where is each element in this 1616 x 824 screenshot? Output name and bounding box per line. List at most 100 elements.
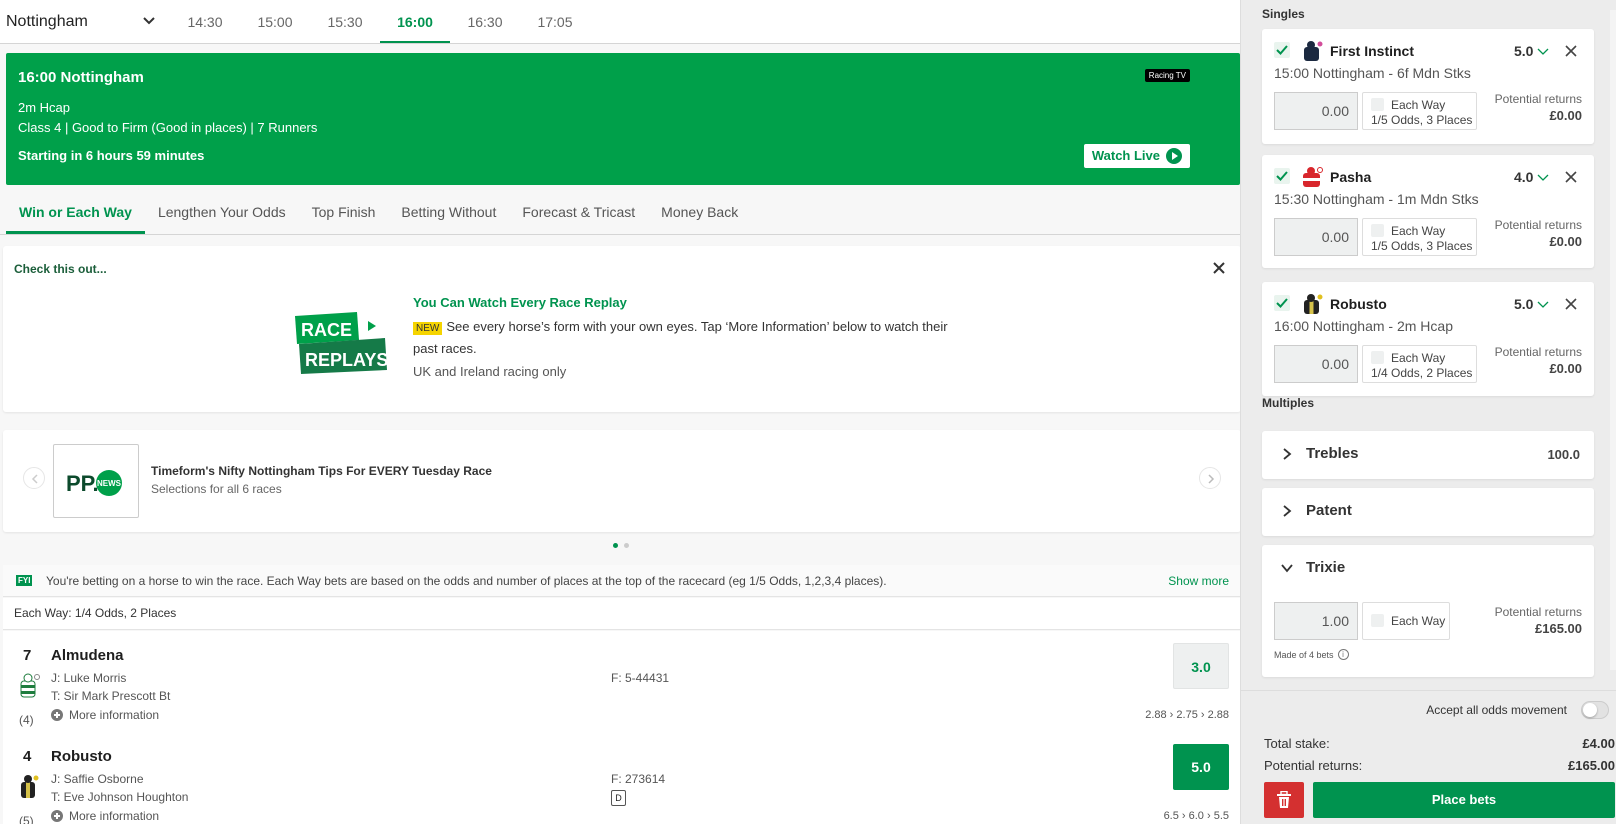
chevron-right-icon <box>1283 448 1292 460</box>
race-time-tab[interactable]: 14:30 <box>170 0 240 44</box>
betslip-scrollbar[interactable] <box>1610 10 1616 670</box>
race-time-tab[interactable]: 15:30 <box>310 0 380 44</box>
distance-winner-badge: D <box>611 790 626 806</box>
racecard-panel: Nottingham 14:30 15:00 15:30 16:00 16:30… <box>0 0 1241 824</box>
stake-input[interactable]: 0.00 <box>1274 92 1358 130</box>
clear-betslip-button[interactable] <box>1264 782 1304 818</box>
place-bets-button[interactable]: Place bets <box>1313 782 1615 818</box>
watch-live-button[interactable]: Watch Live <box>1083 144 1190 168</box>
promo-body-text: See every horse’s form with your own eye… <box>413 319 948 356</box>
promo-note: UK and Ireland racing only <box>413 364 567 379</box>
multiple-odds: 100.0 <box>1547 447 1580 462</box>
selection-name: Pasha <box>1330 169 1372 185</box>
logo-word-2: REPLAYS <box>305 350 388 370</box>
stake-input[interactable]: 0.00 <box>1274 218 1358 256</box>
race-time-tab-active[interactable]: 16:00 <box>380 0 450 44</box>
each-way-label: Each Way <box>1391 98 1446 112</box>
each-way-toggle[interactable]: Each Way 1/5 Odds, 3 Places <box>1362 92 1477 130</box>
singles-heading: Singles <box>1262 7 1305 21</box>
race-time-tabs: 14:30 15:00 15:30 16:00 16:30 17:05 <box>170 0 590 44</box>
potential-returns: Potential returns £0.00 <box>1495 218 1582 249</box>
promo-body: NEW See every horse’s form with your own … <box>413 317 963 359</box>
more-information-link[interactable]: More information <box>51 809 159 823</box>
jockey-silk-icon <box>20 673 40 698</box>
trash-icon <box>1277 791 1291 808</box>
each-way-label: Each Way <box>1391 614 1446 628</box>
selection-odds[interactable]: 4.0 <box>1514 169 1549 185</box>
each-way-checkbox[interactable] <box>1371 614 1384 627</box>
jockey-silk-icon <box>21 775 39 798</box>
runner-number: 4 <box>23 748 32 765</box>
selection-odds-value: 5.0 <box>1514 296 1534 312</box>
accept-odds-toggle[interactable] <box>1581 701 1609 719</box>
news-title[interactable]: Timeform's Nifty Nottingham Tips For EVE… <box>151 464 492 478</box>
made-of-bets-text: Made of 4 bets <box>1274 649 1334 660</box>
each-way-toggle[interactable]: Each Way 1/5 Odds, 3 Places <box>1362 218 1477 256</box>
race-time-tab[interactable]: 17:05 <box>520 0 590 44</box>
more-information-link[interactable]: More information <box>51 708 159 722</box>
fyi-info-row: FYI You're betting on a horse to win the… <box>3 565 1241 597</box>
selection-odds[interactable]: 5.0 <box>1514 296 1549 312</box>
close-icon[interactable] <box>1211 260 1227 276</box>
show-more-link[interactable]: Show more <box>1168 574 1229 588</box>
tab-betting-without[interactable]: Betting Without <box>388 190 509 234</box>
tab-win-or-each-way[interactable]: Win or Each Way <box>6 190 145 234</box>
runner-jockey: J: Luke Morris <box>51 671 127 685</box>
runner-trainer: T: Eve Johnson Houghton <box>51 790 189 804</box>
stake-input[interactable]: 0.00 <box>1274 345 1358 383</box>
race-time-tab[interactable]: 15:00 <box>240 0 310 44</box>
each-way-checkbox[interactable] <box>1371 98 1384 111</box>
race-countdown: Starting in 6 hours 59 minutes <box>18 148 205 163</box>
race-title: 16:00 Nottingham <box>18 69 144 86</box>
tab-top-finish[interactable]: Top Finish <box>299 190 389 234</box>
plus-icon <box>51 709 63 721</box>
meeting-selector[interactable]: Nottingham <box>6 8 156 36</box>
potential-returns-label: Potential returns <box>1494 218 1582 232</box>
potential-returns-value: £165.00 <box>1535 621 1582 636</box>
bet-checkbox[interactable] <box>1274 295 1290 311</box>
carousel-dots <box>613 543 629 548</box>
runner-row: 4 (5) Robusto J: Saffie Osborne T: Eve J… <box>3 732 1241 824</box>
potential-returns-label: Potential returns <box>1494 345 1582 359</box>
tab-money-back[interactable]: Money Back <box>648 190 751 234</box>
carousel-next-button[interactable] <box>1199 467 1221 489</box>
info-icon[interactable]: i <box>1337 649 1349 660</box>
jockey-silk-icon <box>1304 41 1323 61</box>
tab-forecast-tricast[interactable]: Forecast & Tricast <box>509 190 648 234</box>
potential-returns-label: Potential returns <box>1494 605 1582 619</box>
carousel-prev-button[interactable] <box>23 467 45 489</box>
fyi-badge: FYI <box>16 575 33 586</box>
each-way-label: Each Way <box>1391 351 1446 365</box>
chevron-down-icon <box>143 17 155 25</box>
multiple-trebles[interactable]: Trebles 100.0 <box>1262 431 1594 479</box>
multiple-patent[interactable]: Patent <box>1262 488 1594 536</box>
remove-bet-icon[interactable] <box>1564 44 1578 58</box>
carousel-dot[interactable] <box>624 543 629 548</box>
total-stake-value: £4.00 <box>1582 736 1615 751</box>
each-way-toggle[interactable]: Each Way <box>1362 602 1450 640</box>
race-details: Class 4 | Good to Firm (Good in places) … <box>18 120 318 135</box>
watch-live-label: Watch Live <box>1091 148 1160 163</box>
each-way-terms: 1/5 Odds, 3 Places <box>1371 239 1473 253</box>
each-way-checkbox[interactable] <box>1371 224 1384 237</box>
selection-odds[interactable]: 5.0 <box>1514 43 1549 59</box>
total-stake-label: Total stake: <box>1264 736 1330 751</box>
single-bet-card: Robusto 5.0 16:00 Nottingham - 2m Hcap 0… <box>1262 282 1594 396</box>
remove-bet-icon[interactable] <box>1564 170 1578 184</box>
tab-lengthen-your-odds[interactable]: Lengthen Your Odds <box>145 190 299 234</box>
race-time-tab[interactable]: 16:30 <box>450 0 520 44</box>
each-way-toggle[interactable]: Each Way 1/4 Odds, 2 Places <box>1362 345 1477 383</box>
bet-checkbox[interactable] <box>1274 42 1290 58</box>
odds-button-selected[interactable]: 5.0 <box>1173 744 1229 790</box>
stake-input[interactable]: 1.00 <box>1274 602 1358 640</box>
odds-button[interactable]: 3.0 <box>1173 643 1229 689</box>
remove-bet-icon[interactable] <box>1564 297 1578 311</box>
selection-name: Robusto <box>1330 296 1387 312</box>
bet-checkbox[interactable] <box>1274 168 1290 184</box>
check-icon <box>1276 45 1288 55</box>
potential-returns: Potential returns £165.00 <box>1495 605 1582 636</box>
pp-news-logo: PP. NEWS <box>53 444 139 518</box>
chevron-down-icon[interactable] <box>1280 561 1294 575</box>
carousel-dot-active[interactable] <box>613 543 618 548</box>
each-way-checkbox[interactable] <box>1371 351 1384 364</box>
